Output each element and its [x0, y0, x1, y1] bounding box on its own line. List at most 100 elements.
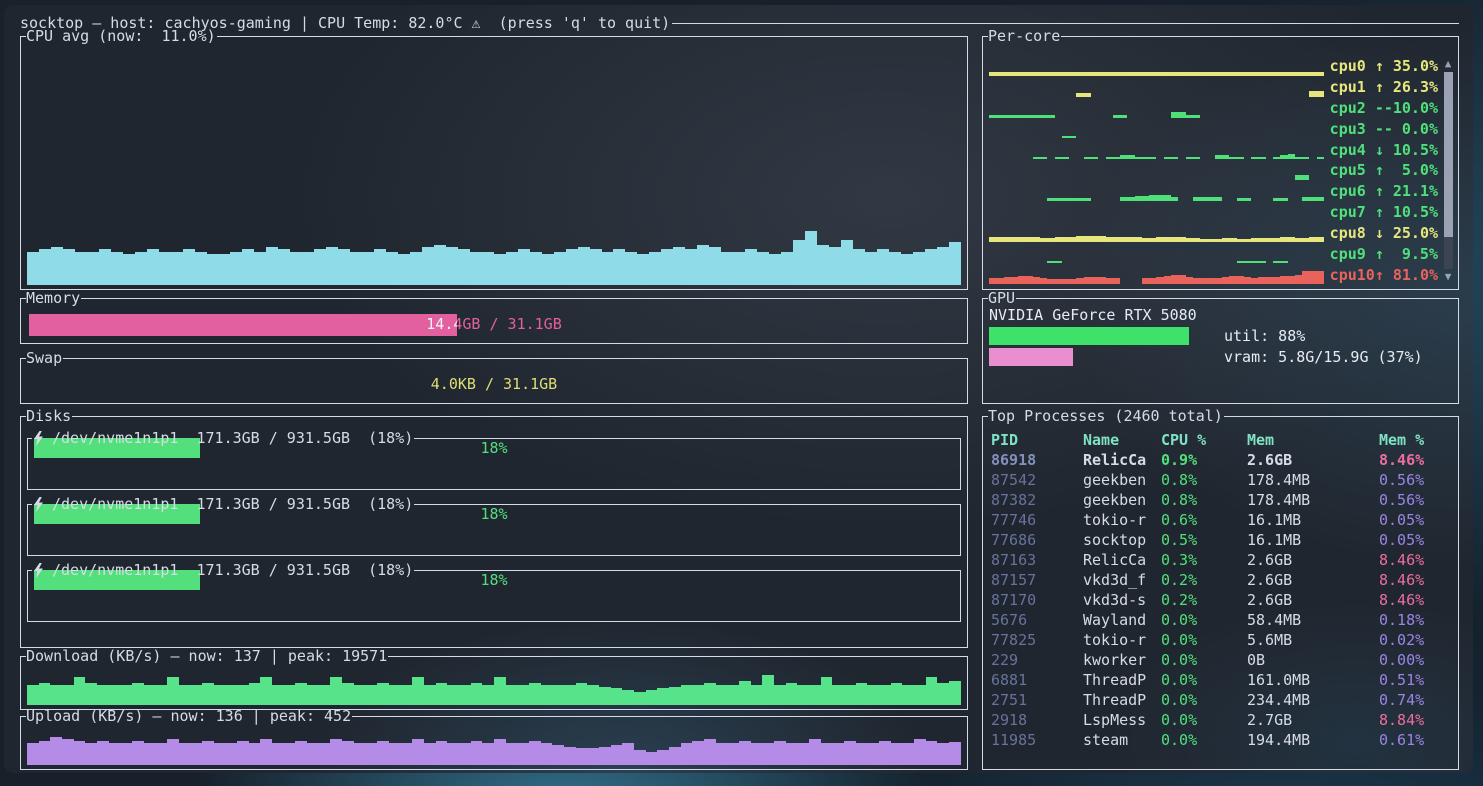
- core-spark-bar: [1084, 277, 1091, 284]
- scrollbar-track[interactable]: [1444, 72, 1453, 269]
- core-spark-bar: [1178, 237, 1185, 242]
- core-trend-icon: ↑: [1375, 160, 1393, 180]
- process-pid: 229: [991, 650, 1083, 670]
- core-spark-bar: [1171, 112, 1178, 117]
- process-row[interactable]: 87170vkd3d-s0.2%2.6GB8.46%: [991, 590, 1452, 610]
- cpu-history-bar: [673, 247, 685, 285]
- disk-subpanel-2: /dev/nvme1n1p1 171.3GB / 931.5GB (18%)18…: [27, 570, 961, 622]
- process-name: vkd3d_f: [1083, 570, 1161, 590]
- core-spark-bar: [1309, 237, 1316, 242]
- border-rule: [217, 36, 968, 37]
- download-history-bar: [85, 683, 97, 705]
- process-mem-percent: 0.02%: [1379, 630, 1452, 650]
- swap-panel-header: Swap: [20, 348, 968, 368]
- core-spark-bar: [1062, 136, 1069, 139]
- process-row[interactable]: 5676Wayland0.0%58.4MB0.18%: [991, 610, 1452, 630]
- download-history-bar: [401, 685, 413, 705]
- download-history-bar: [319, 685, 331, 705]
- core-spark-bar: [1171, 197, 1178, 201]
- process-row[interactable]: 87163RelicCa0.3%2.6GB8.46%: [991, 550, 1452, 570]
- process-row[interactable]: 11985steam0.0%194.4MB0.61%: [991, 730, 1452, 750]
- disk-subpanel-header: /dev/nvme1n1p1 171.3GB / 931.5GB (18%): [27, 560, 961, 580]
- download-history-bar: [517, 685, 529, 705]
- core-spark-bar: [996, 237, 1003, 242]
- core-spark-bar: [1120, 115, 1127, 118]
- download-history-bar: [307, 685, 319, 705]
- core-sparkline-cpu6: [989, 182, 1324, 201]
- cpu-history-bar: [757, 252, 769, 285]
- core-spark-bar: [1084, 198, 1091, 201]
- process-row[interactable]: 6881ThreadP0.0%161.0MB0.51%: [991, 670, 1452, 690]
- cpu-history-bar: [39, 249, 51, 285]
- upload-history-bar: [786, 743, 798, 765]
- cpu-history-bar: [530, 252, 542, 285]
- core-spark-bar: [1106, 157, 1113, 160]
- cpu-history-bar: [398, 254, 410, 285]
- process-row[interactable]: 86918RelicCa0.9%2.6GB8.46%: [991, 450, 1452, 470]
- cpu-history-bar: [123, 254, 135, 285]
- upload-history-bar: [144, 743, 156, 765]
- process-mem: 16.1MB: [1247, 530, 1379, 550]
- gpu-panel-header: GPU: [982, 288, 1459, 308]
- per-core-scrollbar[interactable]: ▲ ▼: [1442, 58, 1454, 283]
- core-spark-bar: [1069, 72, 1076, 76]
- core-spark-bar: [1244, 239, 1251, 243]
- download-history-bar: [167, 677, 179, 705]
- download-history-bar: [62, 685, 74, 705]
- cpu-history-bar: [386, 252, 398, 285]
- core-sparkline-cpu3: [989, 119, 1324, 138]
- cpu-history-bar: [230, 252, 242, 285]
- core-spark-bar: [1091, 157, 1098, 160]
- download-history-bar: [646, 690, 658, 705]
- core-spark-bar: [1258, 261, 1265, 264]
- process-row[interactable]: 2918LspMess0.0%2.7GB8.84%: [991, 710, 1452, 730]
- cpu-history-bar: [302, 252, 314, 285]
- scroll-up-icon[interactable]: ▲: [1445, 58, 1452, 70]
- process-row[interactable]: 77746tokio-r0.6%16.1MB0.05%: [991, 510, 1452, 530]
- download-history-bar: [844, 685, 856, 705]
- gpu-util-gauge: [989, 327, 1216, 345]
- upload-history-bar: [937, 743, 949, 765]
- cpu-history-bar: [362, 252, 374, 285]
- core-spark-bar: [1251, 238, 1258, 243]
- upload-history-bar: [190, 743, 202, 765]
- gpu-body: NVIDIA GeForce RTX 5080 util: 88% vram:: [983, 298, 1458, 367]
- upload-history-bar: [517, 743, 529, 765]
- disk-subpanel-1: /dev/nvme1n1p1 171.3GB / 931.5GB (18%)18…: [27, 504, 961, 556]
- cpu-history-bar: [602, 252, 614, 285]
- process-row[interactable]: 77686socktop0.5%16.1MB0.05%: [991, 530, 1452, 550]
- process-row[interactable]: 87382geekben0.8%178.4MB0.56%: [991, 490, 1452, 510]
- process-row[interactable]: 87157vkd3d_f0.2%2.6GB8.46%: [991, 570, 1452, 590]
- core-spark-bar: [1273, 72, 1280, 76]
- download-history-bar: [797, 685, 809, 705]
- core-spark-bar: [1309, 72, 1316, 76]
- core-trend-icon: ↑: [1375, 77, 1393, 97]
- core-spark-bar: [1317, 157, 1324, 160]
- cpu-history-bar: [925, 249, 937, 285]
- border-rule: [72, 416, 968, 417]
- process-row[interactable]: 229kworker0.0%0B0.00%: [991, 650, 1452, 670]
- core-spark-bar: [1193, 157, 1200, 160]
- core-row-cpu3: cpu3--0.0%: [989, 118, 1438, 139]
- process-row[interactable]: 2751ThreadP0.0%234.4MB0.74%: [991, 690, 1452, 710]
- download-history-bar: [412, 677, 424, 705]
- upload-history-bar: [342, 741, 354, 765]
- process-mem-percent: 0.18%: [1379, 610, 1452, 630]
- right-column: Per-core cpu0↑35.0%cpu1↑26.3%cpu2--10.0%…: [982, 36, 1459, 770]
- download-history-bar: [249, 683, 261, 705]
- upload-panel-title: Upload (KB/s) — now: 136 | peak: 452: [26, 706, 352, 726]
- core-spark-bar: [1127, 72, 1134, 76]
- download-history-bar: [809, 685, 821, 705]
- cpu-history-bar: [937, 247, 949, 285]
- upload-history-bar: [809, 739, 821, 765]
- core-spark-bar: [1273, 157, 1280, 160]
- core-spark-bar: [1149, 195, 1156, 201]
- core-spark-bar: [1135, 237, 1142, 242]
- core-spark-bar: [1069, 279, 1076, 284]
- scroll-down-icon[interactable]: ▼: [1445, 271, 1452, 283]
- process-row[interactable]: 77825tokio-r0.0%5.6MB0.02%: [991, 630, 1452, 650]
- core-spark-bar: [1149, 157, 1156, 160]
- process-row[interactable]: 87542geekben0.8%178.4MB0.56%: [991, 470, 1452, 490]
- gpu-vram-row: vram: 5.8G/15.9G (37%): [989, 347, 1452, 367]
- scrollbar-thumb[interactable]: [1444, 72, 1453, 237]
